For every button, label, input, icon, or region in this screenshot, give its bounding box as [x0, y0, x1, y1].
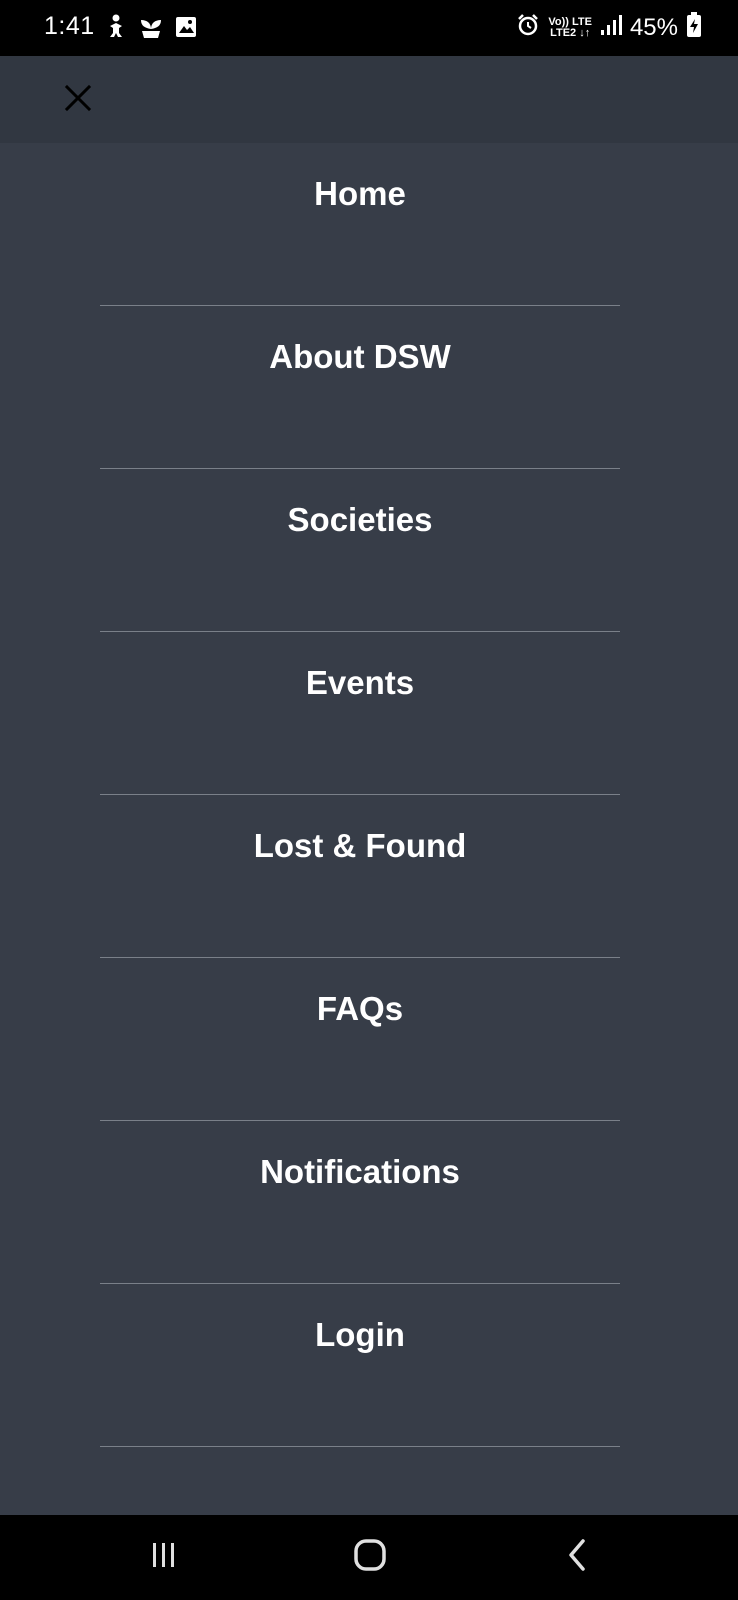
menu-item-label: Home	[314, 175, 406, 212]
status-system-icons: Vo)) LTE LTE2 ↓↑ 45%	[516, 12, 702, 43]
seedling-icon	[138, 15, 164, 44]
menu-header	[0, 56, 738, 143]
menu-item-label: About DSW	[269, 338, 451, 375]
recents-button[interactable]	[114, 1515, 214, 1600]
battery-percent: 45%	[629, 13, 678, 41]
status-time: 1:41	[44, 12, 95, 40]
status-notification-icons	[104, 14, 198, 45]
menu-item-about-dsw[interactable]: About DSW	[100, 306, 620, 469]
network-top-label: Vo)) LTE	[548, 15, 592, 28]
menu-item-events[interactable]: Events	[100, 632, 620, 795]
status-bar: 1:41 Vo)) LTE LTE2 ↓↑ 45%	[0, 0, 738, 56]
menu-item-label: Login	[315, 1316, 405, 1353]
menu-item-notifications[interactable]: Notifications	[100, 1121, 620, 1284]
recents-icon	[149, 1540, 179, 1575]
image-icon	[174, 15, 198, 44]
system-navigation-bar	[0, 1515, 738, 1600]
home-icon	[352, 1537, 388, 1578]
menu-item-lost-and-found[interactable]: Lost & Found	[100, 795, 620, 958]
menu-item-label: Events	[305, 664, 415, 701]
menu-item-label: FAQs	[316, 990, 404, 1027]
menu-item-home[interactable]: Home	[100, 143, 620, 306]
network-bottom-label: LTE2 ↓↑	[550, 26, 591, 39]
network-indicator: Vo)) LTE LTE2 ↓↑	[548, 15, 592, 39]
close-menu-button[interactable]	[54, 76, 102, 124]
menu-item-faqs[interactable]: FAQs	[100, 958, 620, 1121]
back-button[interactable]	[528, 1515, 628, 1600]
signal-icon	[600, 14, 622, 41]
menu-item-societies[interactable]: Societies	[100, 469, 620, 632]
home-button[interactable]	[320, 1515, 420, 1600]
alarm-icon	[516, 13, 540, 42]
menu-item-label: Notifications	[260, 1153, 460, 1190]
menu-item-login[interactable]: Login	[100, 1284, 620, 1447]
close-icon	[64, 84, 92, 117]
back-icon	[563, 1538, 593, 1577]
menu-item-label: Lost & Found	[253, 827, 467, 864]
child-icon	[104, 14, 128, 45]
battery-charging-icon	[686, 12, 702, 43]
menu-item-label: Societies	[287, 501, 433, 538]
